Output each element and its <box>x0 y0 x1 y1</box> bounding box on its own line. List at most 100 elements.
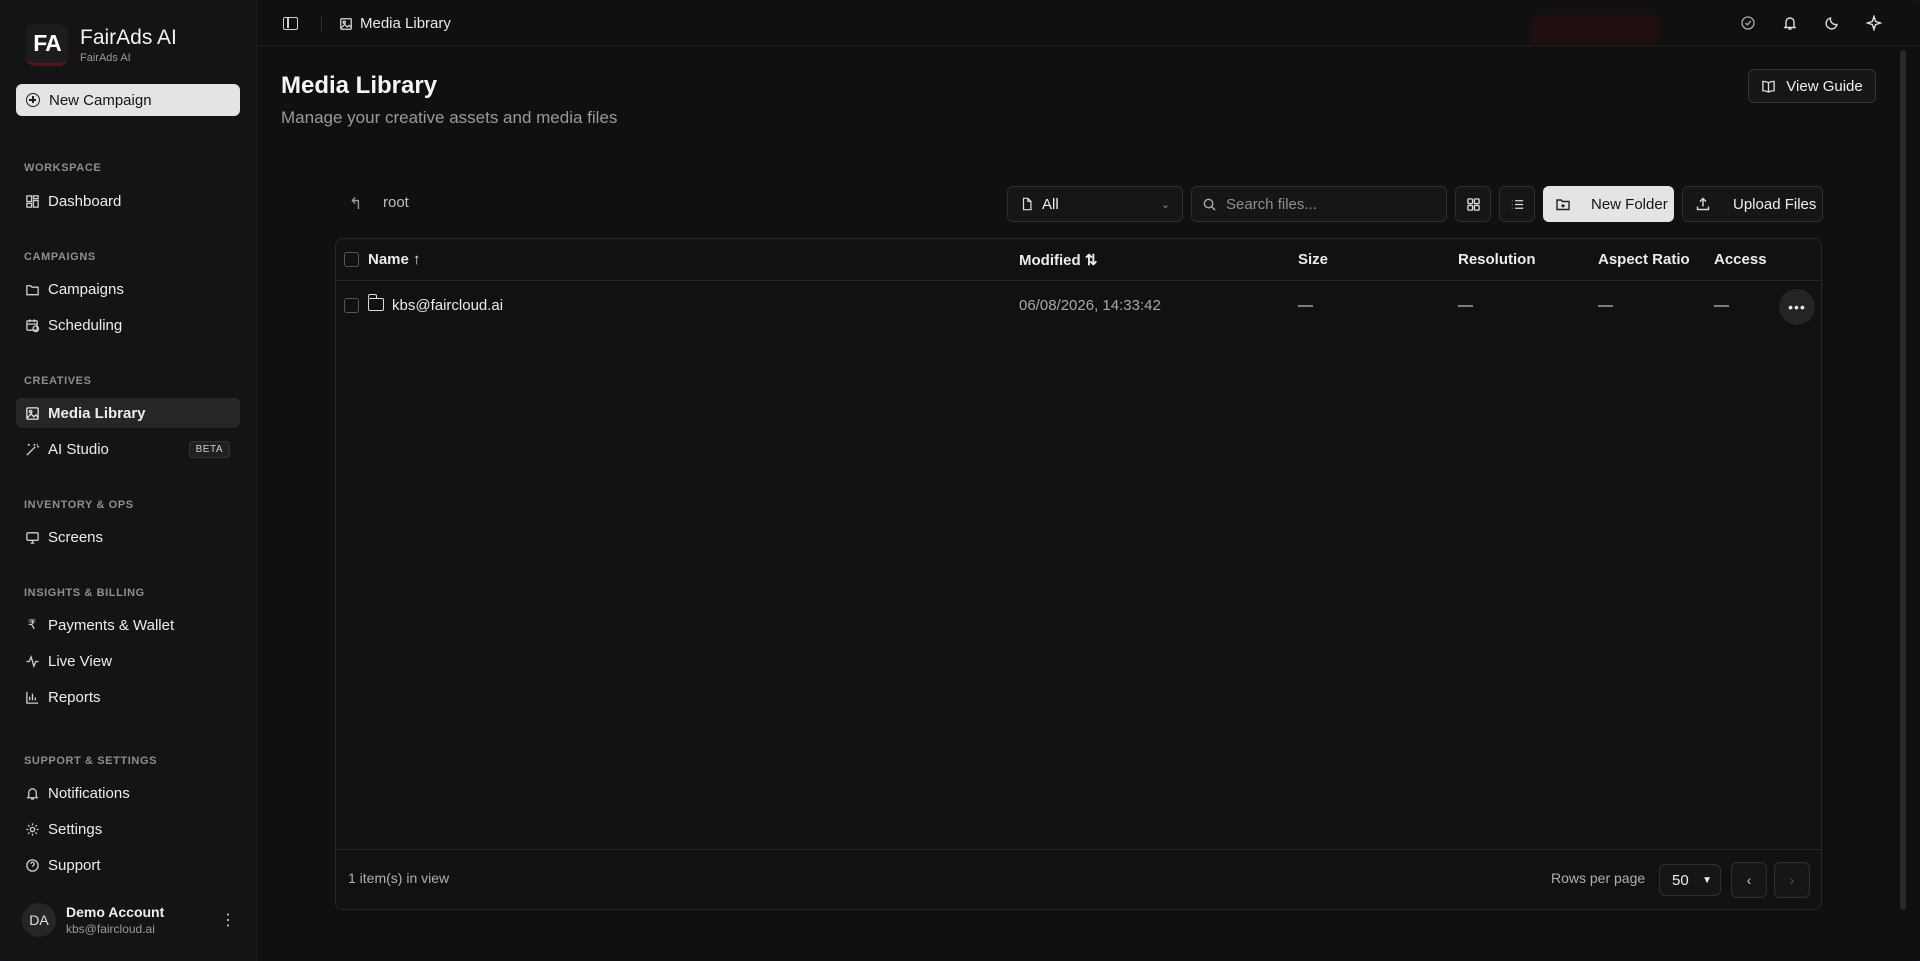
table-footer: 1 item(s) in view Rows per page 50 ▼ ‹ › <box>336 849 1821 909</box>
page-subtitle: Manage your creative assets and media fi… <box>281 108 618 127</box>
more-horizontal-icon[interactable]: ••• <box>1779 289 1815 325</box>
sidebar-item-media-library[interactable]: Media Library <box>16 398 240 428</box>
new-folder-button[interactable]: New Folder <box>1543 186 1674 222</box>
column-header-size[interactable]: Size <box>1298 251 1328 268</box>
sidebar-item-settings[interactable]: Settings <box>16 814 240 844</box>
topbar: Media Library <box>257 0 1920 46</box>
column-header-aspect-ratio[interactable]: Aspect Ratio <box>1598 251 1690 268</box>
sidebar-item-label: Media Library <box>48 404 146 422</box>
sidebar-toggle-icon[interactable] <box>283 17 298 30</box>
grid-view-button[interactable] <box>1455 186 1491 222</box>
file-icon <box>1022 197 1032 211</box>
aspect-ratio-cell: — <box>1598 297 1613 314</box>
back-icon[interactable]: ↰ <box>349 194 362 214</box>
sidebar-item-label: Reports <box>48 688 101 706</box>
search-icon <box>1203 198 1216 211</box>
calendar-clock-icon <box>24 317 40 333</box>
sidebar-item-live-view[interactable]: Live View <box>16 646 240 676</box>
media-table: Name ↑ Modified ⇅ Size Resolution Aspect… <box>335 238 1822 910</box>
view-guide-button[interactable]: View Guide <box>1748 69 1876 103</box>
sort-ascending-icon: ↑ <box>413 251 421 268</box>
bell-icon <box>24 785 40 801</box>
sidebar-item-label: Screens <box>48 528 104 546</box>
app-window: FA FairAds AI FairAds AI New Campaign WO… <box>0 0 1920 961</box>
rows-per-page-label: Rows per page <box>1551 870 1646 886</box>
moon-icon[interactable] <box>1824 15 1840 31</box>
folder-icon <box>367 294 384 311</box>
sidebar-item-label: Live View <box>48 652 112 670</box>
sidebar-item-payments[interactable]: ₹ Payments & Wallet <box>16 610 240 640</box>
account-name: Demo Account <box>66 904 165 920</box>
brand[interactable]: FA FairAds AI FairAds AI <box>26 24 177 66</box>
sidebar-item-label: Scheduling <box>48 316 123 334</box>
resolution-cell: — <box>1458 297 1473 314</box>
image-icon <box>340 17 352 30</box>
path-root[interactable]: root <box>383 194 409 211</box>
search-input[interactable] <box>1226 195 1426 213</box>
table-row[interactable]: kbs@faircloud.ai 06/08/2026, 14:33:42 — … <box>336 281 1821 331</box>
rows-per-page-select[interactable]: 50 ▼ <box>1659 864 1721 896</box>
section-label-support: SUPPORT & SETTINGS <box>24 755 158 767</box>
magic-wand-icon <box>24 441 40 457</box>
monitor-icon <box>24 529 40 545</box>
column-header-resolution[interactable]: Resolution <box>1458 251 1536 268</box>
account-menu[interactable]: DA Demo Account kbs@faircloud.ai ⋮ <box>22 903 236 937</box>
column-label: Name <box>368 251 409 268</box>
more-vertical-icon[interactable]: ⋮ <box>220 910 236 930</box>
sidebar-item-scheduling[interactable]: Scheduling <box>16 310 240 340</box>
sidebar-item-support[interactable]: Support <box>16 850 240 880</box>
topbar-actions <box>1740 15 1882 31</box>
sparkle-icon[interactable] <box>1866 15 1882 31</box>
upload-files-button[interactable]: Upload Files <box>1682 186 1823 222</box>
search-box[interactable] <box>1191 186 1447 222</box>
bar-chart-icon <box>24 689 40 705</box>
activity-icon <box>24 653 40 669</box>
list-view-button[interactable] <box>1499 186 1535 222</box>
file-name: kbs@faircloud.ai <box>392 297 504 314</box>
avatar: DA <box>22 903 56 937</box>
sidebar-item-ai-studio[interactable]: AI Studio BETA <box>16 434 240 464</box>
bell-icon[interactable] <box>1782 15 1798 31</box>
sidebar-item-label: Dashboard <box>48 192 122 210</box>
decorative-glow <box>1530 14 1660 44</box>
gear-icon <box>24 821 40 837</box>
table-header: Name ↑ Modified ⇅ Size Resolution Aspect… <box>336 239 1821 281</box>
sidebar-item-notifications[interactable]: Notifications <box>16 778 240 808</box>
row-checkbox[interactable] <box>344 298 359 313</box>
sidebar: FA FairAds AI FairAds AI New Campaign WO… <box>0 0 257 961</box>
sort-icon: ⇅ <box>1084 252 1098 269</box>
image-icon <box>24 405 40 421</box>
file-type-select[interactable]: All ⌄ <box>1007 186 1183 222</box>
select-all-checkbox[interactable] <box>344 252 359 267</box>
new-campaign-button[interactable]: New Campaign <box>16 84 240 116</box>
column-header-name[interactable]: Name ↑ <box>368 251 421 268</box>
next-page-button[interactable]: › <box>1774 862 1810 898</box>
rows-per-page-value: 50 <box>1672 871 1689 889</box>
folder-icon <box>24 281 40 297</box>
access-cell: — <box>1714 297 1729 314</box>
chevron-down-icon: ⌄ <box>1160 198 1170 211</box>
check-circle-icon[interactable] <box>1740 15 1756 31</box>
breadcrumb: Media Library <box>339 15 451 32</box>
scrollbar[interactable] <box>1900 50 1906 910</box>
modified-cell: 06/08/2026, 14:33:42 <box>1019 297 1161 314</box>
rupee-icon: ₹ <box>27 617 37 632</box>
sidebar-item-label: Notifications <box>48 784 130 802</box>
sidebar-item-screens[interactable]: Screens <box>16 522 240 552</box>
file-name-cell[interactable]: kbs@faircloud.ai <box>367 294 504 314</box>
section-label-insights: INSIGHTS & BILLING <box>24 587 145 599</box>
new-folder-label: New Folder <box>1591 195 1668 213</box>
column-header-access[interactable]: Access <box>1714 251 1767 268</box>
view-guide-label: View Guide <box>1786 77 1863 95</box>
sidebar-item-campaigns[interactable]: Campaigns <box>16 274 240 304</box>
section-label-inventory: INVENTORY & OPS <box>24 499 134 511</box>
help-circle-icon <box>24 857 40 873</box>
list-icon <box>1511 199 1523 209</box>
chevron-down-icon: ▼ <box>1702 874 1712 886</box>
sidebar-item-reports[interactable]: Reports <box>16 682 240 712</box>
column-header-modified[interactable]: Modified ⇅ <box>1019 251 1097 269</box>
sidebar-item-dashboard[interactable]: Dashboard <box>16 186 240 216</box>
previous-page-button[interactable]: ‹ <box>1731 862 1767 898</box>
brand-subtitle: FairAds AI <box>80 52 131 64</box>
beta-badge: BETA <box>188 440 230 458</box>
